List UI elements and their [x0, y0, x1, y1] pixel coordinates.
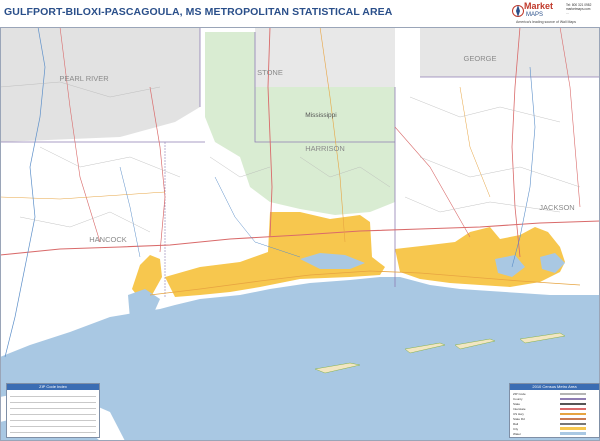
legend-swatch-city — [560, 427, 586, 430]
legend-row-label: State Rd — [513, 417, 525, 421]
legend-row-label: US Hwy — [513, 412, 524, 416]
logo-contact: Tel: 800 321 0982 marketmaps.com ... — [566, 3, 592, 15]
legend-swatch-state-rd — [560, 418, 586, 420]
zip-code-index-legend: ZIP Code Index — [6, 383, 100, 438]
label-pearl-river: PEARL RIVER — [59, 74, 109, 83]
legend-rule — [10, 414, 96, 415]
map-canvas[interactable]: PEARL RIVER STONE GEORGE Mississippi HAR… — [0, 27, 600, 441]
legend-swatch-rail — [560, 423, 586, 425]
market-maps-logo: Market MAPS America's leading source of … — [512, 1, 598, 26]
legend-swatch-water — [560, 432, 586, 435]
legend-swatch-county — [560, 398, 586, 400]
legend-row-label: ZIP Code — [513, 392, 526, 396]
map-legend-title: 2010 Census Metro Area — [510, 384, 599, 390]
label-jackson: JACKSON — [539, 203, 574, 212]
legend-swatch-state — [560, 403, 586, 405]
legend-rule — [10, 396, 96, 397]
legend-row-label: County — [513, 397, 523, 401]
title-bar: GULFPORT-BILOXI-PASCAGOULA, MS METROPOLI… — [0, 0, 600, 27]
zip-code-index-title: ZIP Code Index — [7, 384, 99, 390]
legend-row-label: State — [513, 402, 521, 406]
outside-region-stone-north — [255, 27, 395, 87]
legend-rule — [10, 426, 96, 427]
legend-rule — [10, 420, 96, 421]
legend-rule — [10, 432, 96, 433]
legend-swatch-zip — [560, 393, 586, 395]
map-title: GULFPORT-BILOXI-PASCAGOULA, MS METROPOLI… — [4, 6, 393, 18]
legend-row-label: Water — [513, 432, 521, 436]
logo-name: Market — [524, 1, 554, 11]
map-page: GULFPORT-BILOXI-PASCAGOULA, MS METROPOLI… — [0, 0, 600, 441]
legend-rule — [10, 402, 96, 403]
outside-region-george — [420, 27, 600, 77]
legend-swatch-interstate — [560, 408, 586, 410]
legend-row-label: City — [513, 427, 519, 431]
label-george: GEORGE — [464, 54, 497, 63]
label-stone: STONE — [257, 68, 283, 77]
compass-icon — [512, 5, 524, 17]
map-legend: 2010 Census Metro Area ZIP Code County S… — [509, 383, 600, 438]
label-hancock: HANCOCK — [89, 235, 127, 244]
logo-subname: MAPS — [526, 12, 544, 18]
legend-row-label: Interstate — [513, 407, 526, 411]
legend-rule — [10, 408, 96, 409]
legend-row-label: Rail — [513, 422, 519, 426]
legend-swatch-us-hwy — [560, 413, 586, 415]
label-harrison: HARRISON — [305, 144, 345, 153]
label-mississippi: Mississippi — [305, 112, 336, 119]
logo-tagline: America's leading source of Wall Maps — [516, 20, 577, 24]
